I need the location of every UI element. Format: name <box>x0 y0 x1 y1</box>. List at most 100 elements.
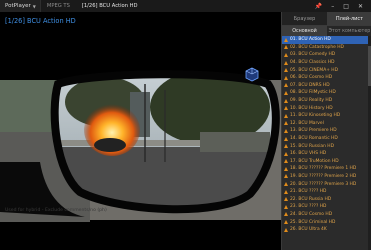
pin-icon[interactable]: 📌 <box>315 3 322 10</box>
stream-icon <box>284 144 288 149</box>
playlist-item[interactable]: 25. BCU Criminal HD <box>282 218 368 226</box>
playlist-item-label: 08. BCU FilMystic HD <box>290 90 336 96</box>
playlist-item-label: 05. BCU CINEMA+ HD <box>290 67 338 73</box>
minimize-icon[interactable]: – <box>331 3 334 10</box>
stream-icon <box>284 83 288 88</box>
playlist-item-label: 09. BCU Reality HD <box>290 98 333 104</box>
stream-icon <box>284 212 288 217</box>
playlist-item-label: 21. BCU ???? HD <box>290 189 327 195</box>
stream-icon <box>284 98 288 103</box>
playlist-item[interactable]: 06. BCU Cosmo HD <box>282 74 368 82</box>
playlist-item[interactable]: 01. BCU Action HD <box>282 36 368 44</box>
video-area[interactable]: [1/26] BCU Action HD Used for hybrid - E… <box>0 12 281 250</box>
stream-icon <box>284 68 288 73</box>
playlist-item-label: 06. BCU Cosmo HD <box>290 75 333 81</box>
osd-hint: Used for hybrid - Exclude comments/no (p… <box>5 208 107 213</box>
playlist-item[interactable]: 24. BCU Cosmo HD <box>282 211 368 219</box>
playlist-item[interactable]: 21. BCU ???? HD <box>282 188 368 196</box>
playlist-item-label: 02. BCU Catastrophe HD <box>290 44 344 50</box>
playlist-item[interactable]: 20. BCU ?????? Premiere 3 HD <box>282 180 368 188</box>
stream-icon <box>284 106 288 111</box>
playlist-item[interactable]: 08. BCU FilMystic HD <box>282 89 368 97</box>
playlist-item[interactable]: 17. BCU TruMotion HD <box>282 158 368 166</box>
playlist-item[interactable]: 12. BCU Marvel <box>282 120 368 128</box>
format-tab[interactable]: MPEG TS <box>41 3 76 9</box>
playlist-item[interactable]: 04. BCU Classics HD <box>282 59 368 67</box>
playlist-item[interactable]: 18. BCU ?????? Premiere 1 HD <box>282 165 368 173</box>
stream-icon <box>284 52 288 57</box>
playlist-item[interactable]: 03. BCU Comedy HD <box>282 51 368 59</box>
close-icon[interactable]: ✕ <box>358 3 363 10</box>
playlist-item-label: 22. BCU Russia HD <box>290 196 332 202</box>
stream-icon <box>284 90 288 95</box>
playlist-item[interactable]: 16. BCU VHS HD <box>282 150 368 158</box>
playlist: 01. BCU Action HD 02. BCU Catastrophe HD 0… <box>282 36 368 250</box>
playlist-item-label: 04. BCU Classics HD <box>290 60 335 66</box>
playlist-item-label: 26. BCU Ultra 4K <box>290 227 327 233</box>
playlist-item[interactable]: 26. BCU Ultra 4K <box>282 226 368 234</box>
playlist-item-label: 12. BCU Marvel <box>290 120 324 126</box>
panel-tabs: Браузер Плей-лист <box>282 12 371 25</box>
stream-icon <box>284 189 288 194</box>
stream-icon <box>284 174 288 179</box>
cube-icon <box>245 67 259 82</box>
playlist-item[interactable]: 14. BCU Romantic HD <box>282 135 368 143</box>
stream-icon <box>284 128 288 133</box>
playlist-item[interactable]: 13. BCU Premiere HD <box>282 127 368 135</box>
playlist-item-label: 18. BCU ?????? Premiere 1 HD <box>290 166 357 172</box>
playlist-item[interactable]: 22. BCU Russia HD <box>282 195 368 203</box>
chevron-down-icon: ▼ <box>32 3 36 9</box>
stream-icon <box>284 60 288 65</box>
stream-icon <box>284 75 288 80</box>
stream-icon <box>284 227 288 232</box>
playlist-item-label: 15. BCU Russian HD <box>290 143 334 149</box>
playlist-item[interactable]: 11. BCU Kinoseting HD <box>282 112 368 120</box>
subtab-this-computer[interactable]: Этот компьютер <box>327 26 371 36</box>
maximize-icon[interactable]: □ <box>343 3 349 10</box>
stream-icon <box>284 220 288 225</box>
playlist-subtabs: Основной Этот компьютер <box>282 25 371 36</box>
osd-title: [1/26] BCU Action HD <box>5 17 76 25</box>
tab-playlist[interactable]: Плей-лист <box>327 12 371 25</box>
now-playing-tab[interactable]: [1/26] BCU Action HD <box>76 3 144 9</box>
tab-browser[interactable]: Браузер <box>282 12 327 25</box>
stream-icon <box>284 197 288 202</box>
playlist-item-label: 13. BCU Premiere HD <box>290 128 337 134</box>
playlist-item-label: 07. BCU DNRS HD <box>290 82 330 88</box>
stream-icon <box>284 121 288 126</box>
playlist-item-label: 14. BCU Romantic HD <box>290 136 338 142</box>
playlist-item-label: 25. BCU Criminal HD <box>290 219 336 225</box>
playlist-item-label: 17. BCU TruMotion HD <box>290 158 339 164</box>
playlist-item-label: 03. BCU Comedy HD <box>290 52 336 58</box>
app-menu-button[interactable]: PotPlayer ▼ <box>0 0 41 12</box>
playlist-item-label: 11. BCU Kinoseting HD <box>290 113 341 119</box>
playlist-item-label: 10. BCU History HD <box>290 105 333 111</box>
stream-icon <box>284 136 288 141</box>
playlist-item[interactable]: 02. BCU Catastrophe HD <box>282 44 368 52</box>
playlist-item-label: 01. BCU Action HD <box>290 37 331 43</box>
playlist-item-label: 19. BCU ?????? Premiere 2 HD <box>290 173 357 179</box>
playlist-panel: Браузер Плей-лист Основной Этот компьюте… <box>281 12 371 250</box>
playlist-item[interactable]: 09. BCU Reality HD <box>282 97 368 105</box>
playlist-item-label: 20. BCU ?????? Premiere 3 HD <box>290 181 357 187</box>
playlist-item[interactable]: 23. BCU ???? HD <box>282 203 368 211</box>
playlist-item[interactable]: 19. BCU ?????? Premiere 2 HD <box>282 173 368 181</box>
stream-icon <box>284 45 288 50</box>
stream-icon <box>284 151 288 156</box>
stream-icon <box>284 159 288 164</box>
playlist-item[interactable]: 07. BCU DNRS HD <box>282 82 368 90</box>
playlist-item[interactable]: 05. BCU CINEMA+ HD <box>282 66 368 74</box>
stream-icon <box>284 182 288 187</box>
playlist-item-label: 16. BCU VHS HD <box>290 151 327 157</box>
playlist-item-label: 24. BCU Cosmo HD <box>290 211 333 217</box>
playlist-item[interactable]: 15. BCU Russian HD <box>282 142 368 150</box>
app-menu-label: PotPlayer <box>5 3 31 9</box>
stream-icon <box>284 37 288 42</box>
subtab-main[interactable]: Основной <box>282 26 327 36</box>
video-frame <box>0 67 281 222</box>
stream-icon <box>284 113 288 118</box>
stream-icon <box>284 166 288 171</box>
playlist-item[interactable]: 10. BCU History HD <box>282 104 368 112</box>
window-controls: 📌 – □ ✕ <box>315 3 371 10</box>
playlist-item-label: 23. BCU ???? HD <box>290 204 327 210</box>
